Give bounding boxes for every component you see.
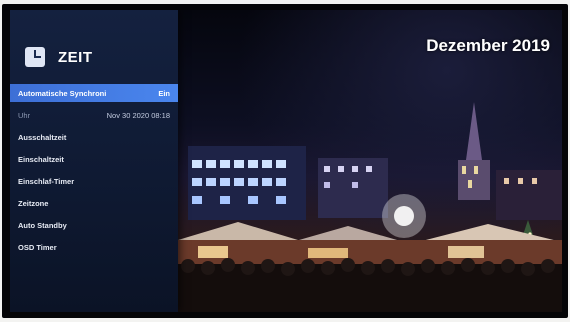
menu-item-label: Auto Standby [18, 220, 67, 230]
menu-item-label: Einschaltzeit [18, 154, 64, 164]
osd-title: ZEIT [58, 48, 93, 66]
menu-item-einschlaf-timer[interactable]: Einschlaf-Timer [10, 172, 178, 190]
menu-item-ausschaltzeit[interactable]: Ausschaltzeit [10, 128, 178, 146]
menu-item-label: Einschlaf-Timer [18, 176, 75, 186]
osd-header: ZEIT [24, 44, 93, 70]
menu-item-osd-timer[interactable]: OSD Timer [10, 238, 178, 256]
menu-item-einschaltzeit[interactable]: Einschaltzeit [10, 150, 178, 168]
menu-item-label: Uhr [18, 110, 31, 120]
tv-screen: Dezember 2019 ZEIT Automatische Synchron… [10, 10, 562, 312]
menu-item-value: Nov 30 2020 08:18 [106, 110, 170, 120]
clock-icon [24, 46, 46, 68]
menu-item-uhr[interactable]: Uhr Nov 30 2020 08:18 [10, 106, 178, 124]
menu-item-zeitzone[interactable]: Zeitzone [10, 194, 178, 212]
menu-item-value: Ein [158, 88, 170, 98]
menu-item-auto-standby[interactable]: Auto Standby [10, 216, 178, 234]
menu-item-label: OSD Timer [18, 242, 57, 252]
tv-frame: Dezember 2019 ZEIT Automatische Synchron… [2, 4, 568, 318]
photo-caption: Dezember 2019 [426, 36, 550, 55]
osd-menu-panel: ZEIT Automatische Synchroni Ein Uhr Nov … [10, 10, 178, 312]
menu-item-automatische-synchronisation[interactable]: Automatische Synchroni Ein [10, 84, 178, 102]
menu-item-label: Zeitzone [18, 198, 49, 208]
menu-item-label: Automatische Synchroni [18, 88, 107, 98]
menu-item-label: Ausschaltzeit [18, 132, 67, 142]
